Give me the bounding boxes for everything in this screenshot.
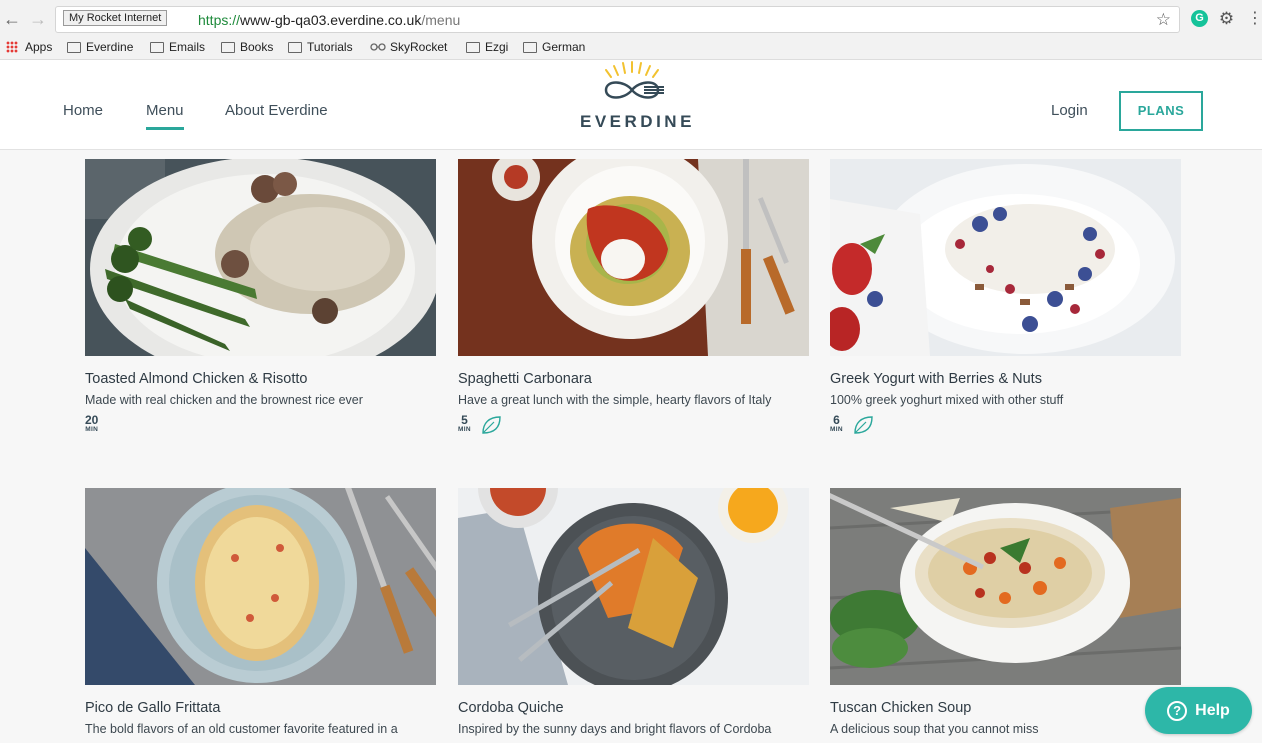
bookmark-tutorials[interactable]: Tutorials — [288, 40, 353, 54]
prep-time: 20 MIN — [85, 413, 99, 433]
gear-icon[interactable]: ⚙ — [1218, 10, 1235, 27]
logo-text: EVERDINE — [580, 112, 695, 131]
card-description: Made with real chicken and the brownest … — [85, 393, 363, 407]
login-link[interactable]: Login — [1051, 102, 1088, 119]
folder-icon — [150, 41, 164, 53]
yogurt-photo[interactable] — [830, 159, 1181, 356]
card-meta: 20 MIN — [85, 414, 436, 434]
logo-sun-infinity-icon — [604, 61, 664, 99]
browser-toolbar: ← → https://www-gb-qa03.everdine.co.uk/m… — [0, 0, 1262, 38]
help-button[interactable]: ? Help — [1145, 687, 1252, 734]
quiche-photo[interactable] — [458, 488, 809, 685]
menu-card[interactable]: Tuscan Chicken Soup A delicious soup tha… — [830, 488, 1181, 736]
glasses-icon — [370, 43, 386, 51]
menu-card[interactable]: Pico de Gallo Frittata The bold flavors … — [85, 488, 436, 736]
card-title[interactable]: Cordoba Quiche — [458, 700, 809, 716]
risotto-photo[interactable] — [85, 159, 436, 356]
menu-card[interactable]: Greek Yogurt with Berries & Nuts 100% gr… — [830, 159, 1181, 436]
bookmark-apps[interactable]: Apps — [6, 40, 52, 54]
folder-icon — [288, 41, 302, 53]
menu-card[interactable]: Spaghetti Carbonara Have a great lunch w… — [458, 159, 809, 436]
menu-card[interactable]: Toasted Almond Chicken & Risotto Made wi… — [85, 159, 436, 434]
folder-icon — [523, 41, 537, 53]
grammarly-extension-icon[interactable]: G — [1191, 10, 1208, 27]
help-label: Help — [1195, 701, 1230, 719]
folder-icon — [67, 41, 81, 53]
bookmark-ezgi[interactable]: Ezgi — [466, 40, 508, 54]
card-description: Inspired by the sunny days and bright fl… — [458, 722, 772, 736]
card-title[interactable]: Greek Yogurt with Berries & Nuts — [830, 371, 1181, 387]
bookmark-books[interactable]: Books — [221, 40, 273, 54]
question-mark-icon: ? — [1167, 700, 1188, 721]
card-meta: 5 MIN — [458, 414, 809, 436]
frittata-photo[interactable] — [85, 488, 436, 685]
card-title[interactable]: Pico de Gallo Frittata — [85, 700, 436, 716]
site-header: Home Menu About Everdine EVERDINE Login … — [0, 60, 1262, 150]
apps-grid-icon — [6, 41, 18, 53]
address-bar[interactable]: https://www-gb-qa03.everdine.co.uk/menu … — [55, 6, 1180, 33]
vegetarian-leaf-icon — [482, 416, 501, 434]
card-title[interactable]: Toasted Almond Chicken & Risotto — [85, 371, 436, 387]
bookmark-everdine[interactable]: Everdine — [67, 40, 133, 54]
bookmarks-bar: Apps Everdine Emails Books Tutorials Sky… — [0, 38, 1262, 60]
url-text: https://www-gb-qa03.everdine.co.uk/menu — [198, 12, 461, 28]
tooltip: My Rocket Internet — [63, 10, 168, 26]
bookmark-star-icon[interactable]: ☆ — [1156, 10, 1171, 30]
bookmark-german[interactable]: German — [523, 40, 585, 54]
folder-icon — [221, 41, 235, 53]
forward-arrow-icon[interactable]: → — [29, 10, 47, 28]
menu-card[interactable]: Cordoba Quiche Inspired by the sunny day… — [458, 488, 809, 736]
plans-button[interactable]: PLANS — [1119, 91, 1203, 131]
nav-about[interactable]: About Everdine — [225, 102, 328, 119]
card-title[interactable]: Tuscan Chicken Soup — [830, 700, 1181, 716]
card-description: 100% greek yoghurt mixed with other stuf… — [830, 393, 1064, 407]
card-description: Have a great lunch with the simple, hear… — [458, 393, 772, 407]
prep-time: 6 MIN — [830, 413, 843, 433]
bookmark-emails[interactable]: Emails — [150, 40, 205, 54]
nav-menu[interactable]: Menu — [146, 102, 184, 130]
nav-home[interactable]: Home — [63, 102, 103, 119]
vegetarian-leaf-icon — [854, 416, 873, 434]
card-meta: 6 MIN — [830, 414, 1181, 436]
more-menu-icon[interactable]: ⋮ — [1247, 10, 1262, 27]
folder-icon — [466, 41, 480, 53]
prep-time: 5 MIN — [458, 413, 471, 433]
card-description: The bold flavors of an old customer favo… — [85, 722, 398, 736]
carbonara-photo[interactable] — [458, 159, 809, 356]
soup-photo[interactable] — [830, 488, 1181, 685]
back-arrow-icon[interactable]: ← — [3, 10, 21, 28]
bookmark-skyrocket[interactable]: SkyRocket — [370, 40, 447, 54]
card-description: A delicious soup that you cannot miss — [830, 722, 1039, 736]
everdine-logo[interactable]: EVERDINE — [580, 60, 695, 138]
card-title[interactable]: Spaghetti Carbonara — [458, 371, 809, 387]
